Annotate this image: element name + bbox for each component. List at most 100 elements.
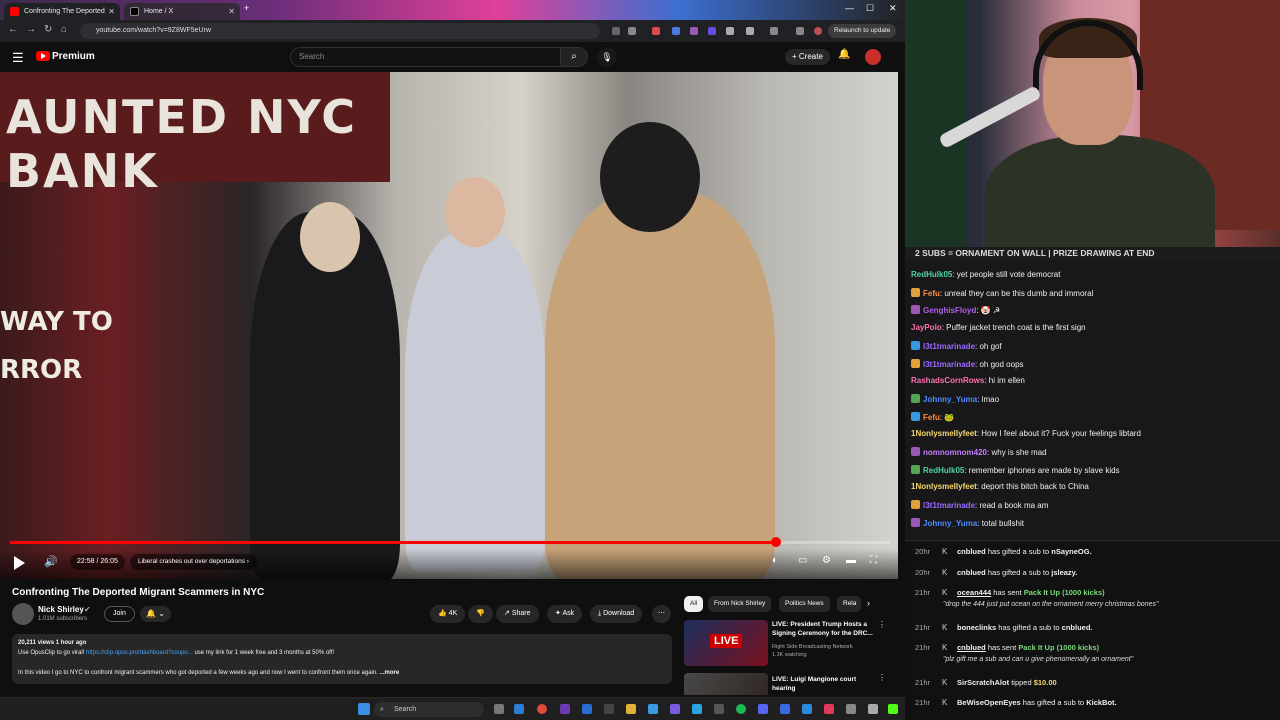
maximize-icon[interactable]: ☐ [866,3,874,14]
share-button[interactable]: ↗ Share [496,605,539,623]
app-icon[interactable] [824,704,834,714]
app-icon[interactable] [648,704,658,714]
chat-username[interactable]: l3t1tmarinade [923,501,975,510]
app-icon[interactable] [868,704,878,714]
extensions-puzzle-icon[interactable] [746,27,754,35]
app-icon[interactable] [780,704,790,714]
captions-icon[interactable]: ▭ [798,555,807,566]
chevron-right-icon[interactable]: › [867,598,870,608]
fullscreen-icon[interactable]: ⛶ [870,555,877,566]
kick-icon[interactable] [888,704,898,714]
voice-search-button[interactable]: 🎙 [597,47,617,67]
tab-youtube[interactable]: Confronting The Deported ✕ [4,3,120,20]
like-button[interactable]: 👍 4K [430,605,466,623]
create-button[interactable]: + Create [785,49,830,65]
more-vert-icon[interactable]: ⋮ [878,673,886,682]
more-actions-button[interactable]: ⋯ [652,605,671,623]
youtube-premium-label[interactable]: Premium [52,51,95,62]
app-icon[interactable] [670,704,680,714]
channel-avatar[interactable] [12,603,34,625]
youtube-logo-icon[interactable] [36,51,50,61]
close-tab-icon[interactable]: ✕ [108,3,115,20]
app-icon[interactable] [582,704,592,714]
event-username[interactable]: cnblued [957,568,986,577]
video-scrubber-handle[interactable] [770,537,781,547]
suggested-video-title[interactable]: LIVE: President Trump Hosts a Signing Ce… [772,620,880,638]
chapter-button[interactable]: Liberal crashes out over deportations › [130,554,257,570]
obs-icon[interactable] [714,704,724,714]
download-button[interactable]: ⤓ Download [590,605,643,623]
forward-icon[interactable]: → [26,24,36,35]
join-button[interactable]: Join [104,606,135,622]
suggested-video-title[interactable]: LIVE: Luigi Mangione court hearing [772,675,880,693]
video-player[interactable]: AUNTED NYC BANK WAY TO RROR 🔊 22:58 / 26… [0,72,898,579]
event-username[interactable]: cnblued [957,643,986,652]
file-explorer-icon[interactable] [626,704,636,714]
chat-username[interactable]: Fefu [923,413,940,422]
play-icon[interactable] [14,556,25,570]
event-username[interactable]: boneclinks [957,623,996,632]
relaunch-button[interactable]: Relaunch to update [828,24,897,38]
settings-gear-icon[interactable]: ⚙ [822,555,831,566]
url-bar[interactable]: youtube.com/watch?v=9Z8WF5eUrw [80,23,600,39]
app-icon[interactable] [758,704,768,714]
chat-username[interactable]: l3t1tmarinade [923,342,975,351]
profile-avatar[interactable] [814,27,822,35]
video-progress-bar[interactable] [10,537,890,547]
app-icon[interactable] [514,704,524,714]
extension-icon[interactable] [726,27,734,35]
video-thumbnail[interactable]: LIVE [684,620,768,666]
windows-start-icon[interactable] [358,703,370,715]
suggested-video[interactable]: LIVE LIVE: President Trump Hosts a Signi… [684,620,896,670]
spotify-icon[interactable] [736,704,746,714]
extension-icon[interactable] [612,27,620,35]
event-username[interactable]: SirScratchAlot [957,678,1009,687]
video-description[interactable]: 20,211 views 1 hour ago Use OpusClip to … [12,634,672,684]
home-icon[interactable]: ⌂ [61,24,67,35]
chat-username[interactable]: 1Nonlysmellyfeet [911,429,977,438]
app-icon[interactable] [560,704,570,714]
extension-icon[interactable] [690,27,698,35]
chat-username[interactable]: l3t1tmarinade [923,360,975,369]
theater-mode-icon[interactable]: ▬ [846,555,856,566]
chat-username[interactable]: RedHulk05 [923,466,964,475]
suggested-video[interactable]: LIVE: Luigi Mangione court hearing ⋮ [684,673,896,695]
close-tab-icon[interactable]: ✕ [228,3,235,20]
event-username[interactable]: cnblued [957,547,986,556]
chip-related[interactable]: Rela [837,596,861,612]
chat-username[interactable]: JayPolo [911,323,942,332]
chat-username[interactable]: RashadsCornRows [911,376,984,385]
dislike-button[interactable]: 👎 [468,605,493,623]
chat-username[interactable]: nomnomnom420 [923,448,987,457]
chrome-icon[interactable] [537,704,547,714]
sidebar-icon[interactable] [770,27,778,35]
account-avatar[interactable] [865,49,881,65]
event-username[interactable]: BeWiseOpenEyes [957,698,1021,707]
back-icon[interactable]: ← [8,24,18,35]
extension-icon[interactable] [708,27,716,35]
extension-icon[interactable] [672,27,680,35]
task-view-icon[interactable] [494,704,504,714]
reload-icon[interactable]: ↻ [44,24,52,35]
chip-all[interactable]: All [684,596,704,612]
app-icon[interactable] [802,704,812,714]
event-username[interactable]: ocean444 [957,588,991,597]
volume-icon[interactable]: 🔊 [44,555,58,568]
chip-from-channel[interactable]: From Nick Shirley [708,596,772,612]
chat-username[interactable]: GenghisFloyd [923,306,976,315]
chat-username[interactable]: Fefu [923,289,940,298]
notifications-icon[interactable]: 🔔 [838,49,850,60]
app-icon[interactable] [692,704,702,714]
app-icon[interactable] [604,704,614,714]
minimize-icon[interactable]: — [845,3,854,13]
search-button[interactable]: ⌕ [560,47,588,67]
extension-icon[interactable] [652,27,660,35]
chat-username[interactable]: Johnny_Yuma [923,519,977,528]
new-tab-icon[interactable]: + [244,3,249,13]
ask-button[interactable]: ✦ Ask [547,605,583,623]
subscribed-button[interactable]: 🔔 ⌄ [140,606,171,622]
chat-username[interactable]: 1Nonlysmellyfeet [911,482,977,491]
more-vert-icon[interactable]: ⋮ [878,620,886,629]
chat-username[interactable]: Johnny_Yuma [923,395,977,404]
close-window-icon[interactable]: ✕ [889,3,897,14]
